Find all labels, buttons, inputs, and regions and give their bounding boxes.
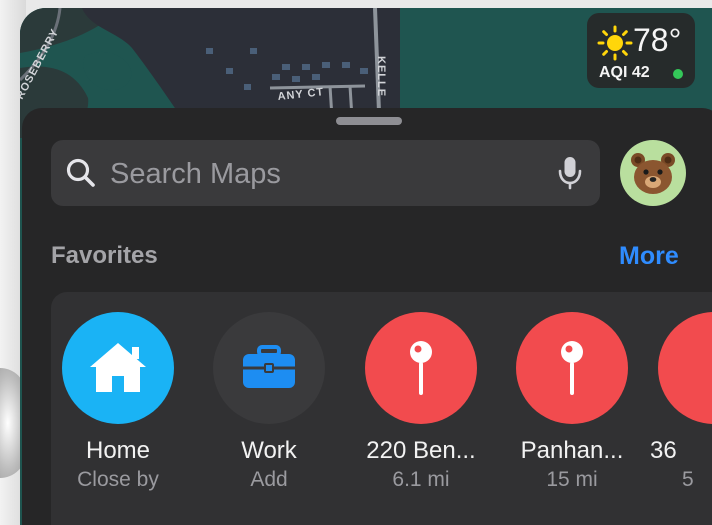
favorites-heading: Favorites bbox=[51, 242, 158, 269]
favorite-work-circle[interactable] bbox=[213, 312, 325, 424]
favorite-panhan-detail: 15 mi bbox=[546, 468, 598, 491]
favorite-220-ben-name: 220 Ben... bbox=[366, 437, 476, 464]
favorite-work-name: Work bbox=[241, 437, 297, 464]
microphone-icon[interactable] bbox=[557, 155, 583, 191]
sun-icon bbox=[597, 25, 633, 61]
search-input[interactable]: Search Maps bbox=[110, 158, 281, 190]
favorite-panhan[interactable]: Panhan... 15 mi bbox=[497, 312, 647, 492]
favorite-panhan-circle[interactable] bbox=[516, 312, 628, 424]
favorite-partial-detail: 5 bbox=[682, 468, 694, 491]
favorite-partial[interactable]: 36 5 bbox=[648, 312, 712, 492]
favorite-home-circle[interactable] bbox=[62, 312, 174, 424]
bottom-sheet: Search Maps Favorites More Home Close by… bbox=[22, 108, 712, 525]
favorite-home-name: Home bbox=[85, 437, 151, 464]
favorite-panhan-name: Panhan... bbox=[520, 437, 624, 464]
favorite-220-ben-detail: 6.1 mi bbox=[392, 468, 450, 491]
favorite-partial-name: 36 bbox=[650, 437, 677, 464]
favorites-card: Home Close by Work Add 220 Ben... 6.1 mi… bbox=[51, 292, 712, 525]
favorite-220-ben-circle[interactable] bbox=[365, 312, 477, 424]
profile-avatar[interactable] bbox=[620, 140, 686, 206]
sheet-grabber[interactable] bbox=[336, 117, 402, 125]
favorite-home[interactable]: Home Close by bbox=[43, 312, 193, 492]
search-icon bbox=[66, 158, 95, 187]
aqi-status-dot bbox=[673, 69, 683, 79]
svg-text:KELLE: KELLE bbox=[375, 56, 387, 97]
weather-widget[interactable]: 78° AQI 42 bbox=[587, 13, 695, 88]
aqi-label: AQI 42 bbox=[599, 64, 650, 81]
favorites-more-link[interactable]: More bbox=[619, 242, 679, 270]
favorite-partial-circle[interactable] bbox=[658, 312, 712, 424]
favorite-work-detail: Add bbox=[250, 468, 288, 491]
favorite-work[interactable]: Work Add bbox=[194, 312, 344, 492]
temperature-label: 78° bbox=[633, 22, 682, 58]
pin-icon bbox=[561, 341, 583, 395]
favorite-220-ben[interactable]: 220 Ben... 6.1 mi bbox=[346, 312, 496, 492]
search-bar[interactable]: Search Maps bbox=[51, 140, 600, 206]
pin-icon bbox=[410, 341, 432, 395]
bear-avatar-icon bbox=[631, 153, 675, 194]
house-icon bbox=[90, 343, 146, 392]
maps-screen: ROSEBERRY ANY CT KELLE 78° AQI 42 Search… bbox=[20, 8, 712, 525]
briefcase-icon bbox=[243, 345, 295, 388]
favorite-home-detail: Close by bbox=[77, 468, 159, 491]
